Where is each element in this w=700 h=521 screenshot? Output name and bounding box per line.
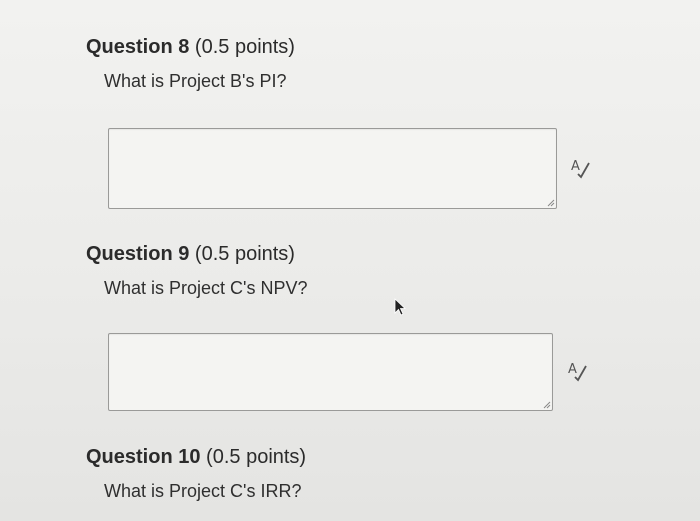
question-prompt: What is Project B's PI? <box>104 71 287 91</box>
resize-grip-icon[interactable] <box>547 199 555 207</box>
svg-text:A: A <box>568 362 577 377</box>
question-label: Question <box>86 243 173 265</box>
spellcheck-icon[interactable]: A <box>566 360 590 382</box>
question-title: Question 8 (0.5 points) <box>86 36 295 59</box>
svg-text:A: A <box>571 159 580 174</box>
spellcheck-icon[interactable]: A <box>569 157 593 179</box>
question-prompt: What is Project C's IRR? <box>104 481 302 501</box>
quiz-page: Question 8 (0.5 points) What is Project … <box>0 0 700 521</box>
question-number: 8 <box>178 36 190 58</box>
answer-field-q8[interactable] <box>108 128 557 209</box>
question-points: (0.5 points) <box>194 36 295 58</box>
question-title: Question 10 (0.5 points) <box>86 446 306 469</box>
question-title: Question 9 (0.5 points) <box>86 243 308 266</box>
resize-grip-icon[interactable] <box>543 401 551 409</box>
mouse-cursor-icon <box>394 298 407 316</box>
question-8: Question 8 (0.5 points) What is Project … <box>86 36 295 92</box>
question-number: 10 <box>178 446 201 468</box>
question-points: (0.5 points) <box>206 446 307 468</box>
question-9: Question 9 (0.5 points) What is Project … <box>86 243 308 299</box>
question-10: Question 10 (0.5 points) What is Project… <box>86 446 306 502</box>
question-points: (0.5 points) <box>194 243 295 265</box>
question-prompt: What is Project C's NPV? <box>104 278 308 298</box>
question-label: Question <box>86 36 173 58</box>
question-label: Question <box>86 446 173 468</box>
answer-field-q9[interactable] <box>108 333 553 411</box>
question-number: 9 <box>178 243 190 265</box>
